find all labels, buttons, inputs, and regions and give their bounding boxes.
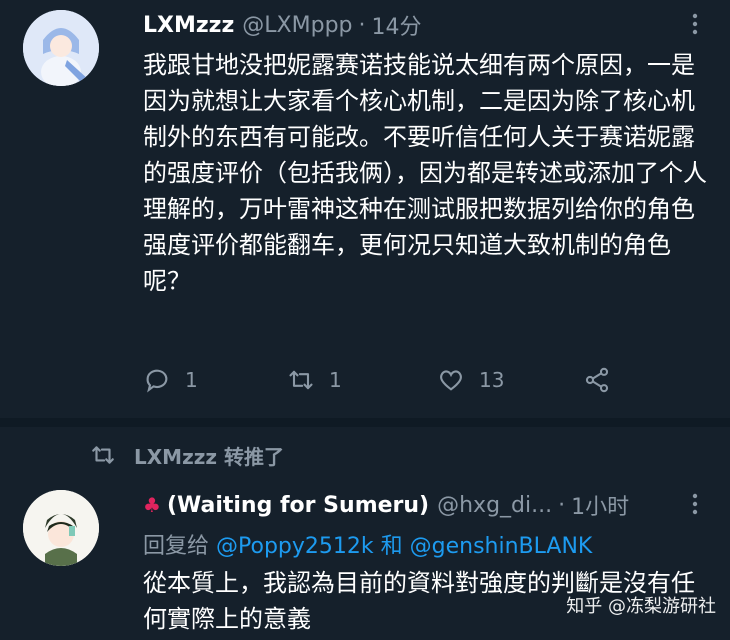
reply-to-line: 回复给 @Poppy2512k 和 @genshinBLANK [143,528,592,560]
maple-leaf-icon: ♣ [143,493,161,517]
mention-link[interactable]: @genshinBLANK [410,534,593,559]
mention-and: 和 [380,534,403,559]
more-button[interactable] [683,492,707,516]
reply-prefix: 回复给 [143,534,210,559]
retweet-button[interactable]: 1 [287,362,342,398]
author-handle[interactable]: @LXMppp [242,13,352,38]
author-handle[interactable]: @hxg_di... [437,493,552,518]
like-icon [440,370,462,391]
retweet-banner-label: LXMzzz 转推了 [134,444,284,469]
retweet-count: 1 [329,368,342,392]
tweet-divider [0,418,730,427]
avatar[interactable] [23,490,99,566]
more-icon [692,13,698,35]
tweet[interactable]: LXMzzz @LXMppp · 14分 我跟甘地没把妮露赛诺技能说太细有两个原… [0,0,730,418]
author-name[interactable]: LXMzzz [143,13,234,38]
like-button[interactable]: 13 [437,362,504,398]
mention-link[interactable]: @Poppy2512k [216,534,374,559]
tweet-text: 我跟甘地没把妮露赛诺技能说太细有两个原因，一是因为就想让大家看个核心机制，二是因… [143,51,707,295]
tweet-time[interactable]: 14分 [372,9,422,41]
share-button[interactable] [583,362,611,398]
retweet-icon [92,446,114,464]
retweet-banner[interactable]: LXMzzz 转推了 [90,440,284,470]
more-icon [692,493,698,515]
reply-button[interactable]: 1 [143,362,198,398]
tweet-actions: 1 1 13 [143,362,623,398]
tweet-header: LXMzzz @LXMppp · 14分 [143,9,422,41]
like-count: 13 [479,368,505,392]
watermark: 知乎 @冻梨游研社 [566,596,716,617]
avatar[interactable] [23,10,99,86]
author-name[interactable]: (Waiting for Sumeru) [167,493,429,518]
more-button[interactable] [683,12,707,36]
dot-separator: · [558,492,566,518]
tweet-header: ♣ (Waiting for Sumeru) @hxg_di... · 1小时 [143,489,629,521]
retweet-icon [289,370,313,390]
dot-separator: · [358,12,366,38]
tweet-time[interactable]: 1小时 [571,489,629,521]
reply-count: 1 [185,368,198,392]
reply-icon [146,369,168,393]
share-icon [585,367,609,393]
